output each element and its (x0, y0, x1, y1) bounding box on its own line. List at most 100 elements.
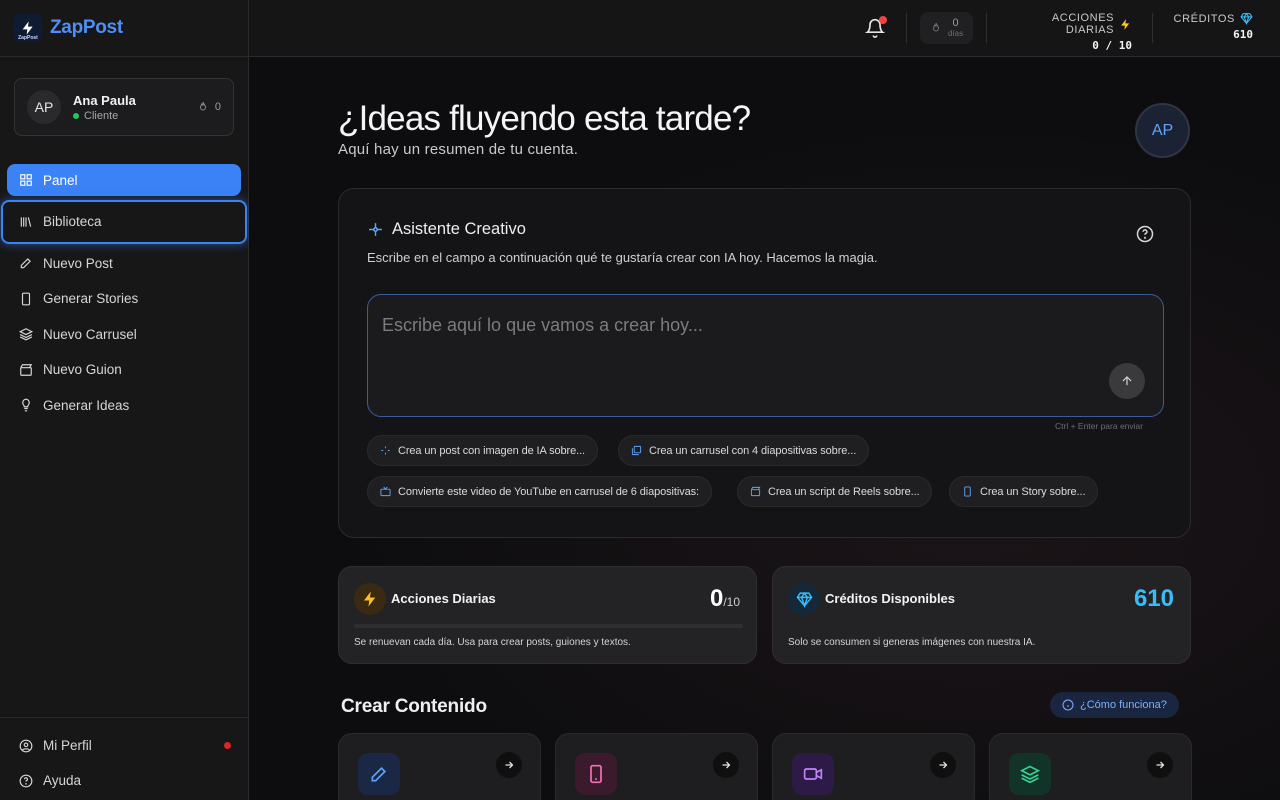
open-arrow-button[interactable] (930, 752, 956, 778)
page-title: ¿Ideas fluyendo esta tarde? (338, 99, 751, 138)
how-it-works-button[interactable]: ¿Cómo funciona? (1050, 692, 1179, 718)
sidebar-nav: Panel Biblioteca Nuevo Post Generar Stor… (0, 164, 249, 425)
create-story-card[interactable] (555, 733, 758, 800)
bolt-icon (364, 591, 376, 607)
diamond-badge (788, 583, 820, 615)
send-button[interactable] (1109, 363, 1145, 399)
card-icon (792, 753, 834, 795)
sidebar: ZapPost ZapPost AP Ana Paula Cliente 0 P… (0, 0, 249, 800)
diamond-icon (796, 591, 812, 608)
tv-icon (380, 486, 391, 497)
assistant-description: Escribe en el campo a continuación qué t… (367, 250, 878, 265)
clapper-icon (750, 486, 761, 497)
divider (986, 13, 987, 43)
avatar[interactable]: AP (1135, 103, 1190, 158)
daily-actions-desc: Se renuevan cada día. Usa para crear pos… (354, 637, 631, 648)
user-card[interactable]: AP Ana Paula Cliente 0 (14, 78, 234, 136)
help-icon (19, 774, 33, 787)
phone-icon (21, 292, 31, 305)
arrow-right-icon (505, 761, 514, 769)
page-subtitle: Aquí hay un resumen de tu cuenta. (338, 141, 579, 158)
sidebar-item-label: Biblioteca (43, 214, 102, 229)
images-icon (631, 445, 642, 456)
card-icon (575, 753, 617, 795)
streak-counter[interactable]: 0 días (920, 12, 973, 44)
suggestion-chip[interactable]: Crea un post con imagen de IA sobre... (367, 435, 598, 466)
arrow-right-icon (939, 761, 948, 769)
section-title: Crear Contenido (341, 696, 487, 717)
create-carousel-card[interactable] (989, 733, 1192, 800)
online-indicator (73, 112, 79, 119)
sidebar-item-label: Panel (43, 172, 78, 188)
main-content: ¿Ideas fluyendo esta tarde? Aquí hay un … (249, 57, 1280, 800)
info-icon (1062, 699, 1074, 711)
credits-value: 610 (1233, 28, 1253, 41)
divider (906, 13, 907, 43)
daily-actions-stat: ACCIONES DIARIAS 0 / 10 (1001, 12, 1132, 52)
open-arrow-button[interactable] (496, 752, 522, 778)
card-icon (1009, 753, 1051, 795)
credits-label: CRÉDITOS (1173, 12, 1235, 25)
sidebar-item-ayuda[interactable]: Ayuda (0, 763, 249, 798)
sidebar-item-label: Nuevo Post (43, 255, 113, 271)
library-icon (20, 216, 32, 227)
sidebar-item-label: Ayuda (43, 773, 82, 788)
user-streak: 0 (197, 101, 221, 113)
credits-stat: CRÉDITOS 610 (1169, 12, 1253, 42)
daily-actions-label: ACCIONES DIARIAS (1051, 12, 1115, 36)
sidebar-item-label: Generar Ideas (43, 397, 130, 413)
notification-dot (224, 742, 231, 749)
assistant-title: Asistente Creativo (367, 220, 526, 239)
credits-card: Créditos Disponibles 610 Solo se consume… (772, 566, 1191, 664)
prompt-input[interactable] (382, 315, 1082, 336)
divider (1152, 13, 1153, 43)
app-root: ZapPost ZapPost AP Ana Paula Cliente 0 P… (0, 0, 1280, 800)
pencil-icon (371, 766, 387, 782)
sidebar-item-label: Nuevo Carrusel (43, 326, 137, 342)
daily-actions-value: 0 / 10 (1092, 39, 1132, 52)
lightbulb-icon (22, 398, 30, 412)
flame-icon (199, 101, 206, 111)
brand[interactable]: ZapPost ZapPost (0, 0, 248, 57)
brand-name: ZapPost (50, 17, 123, 38)
prompt-box (367, 294, 1164, 417)
suggestion-chip[interactable]: Crea un script de Reels sobre... (737, 476, 933, 507)
help-icon[interactable] (1136, 225, 1154, 243)
brand-logo-caption: ZapPost (18, 35, 38, 41)
diamond-icon (1240, 12, 1253, 25)
create-video-card[interactable] (772, 733, 975, 800)
card-icon (358, 753, 400, 795)
notification-badge (879, 16, 887, 24)
clapper-icon (20, 363, 33, 376)
sidebar-item-generar-stories[interactable]: Generar Stories (7, 283, 241, 315)
grid-icon (20, 174, 32, 186)
sidebar-item-biblioteca[interactable]: Biblioteca (1, 199, 247, 244)
sidebar-item-label: Generar Stories (43, 291, 139, 306)
creative-assistant-panel: Asistente Creativo Escribe en el campo a… (338, 188, 1191, 538)
zap-logo-icon (22, 21, 33, 35)
sidebar-item-panel[interactable]: Panel (7, 164, 241, 196)
sidebar-item-nuevo-guion[interactable]: Nuevo Guion (7, 354, 241, 386)
open-arrow-button[interactable] (713, 752, 739, 778)
sidebar-item-nuevo-carrusel[interactable]: Nuevo Carrusel (7, 318, 241, 350)
user-role: Cliente (73, 110, 197, 122)
video-icon (803, 768, 823, 780)
user-icon (19, 739, 33, 752)
credits-count: 610 (1133, 585, 1174, 612)
sidebar-item-nuevo-post[interactable]: Nuevo Post (7, 247, 241, 279)
suggestion-chip[interactable]: Crea un Story sobre... (949, 476, 1099, 507)
daily-actions-title: Acciones Diarias (391, 591, 496, 606)
suggestion-chip[interactable]: Crea un carrusel con 4 diapositivas sobr… (618, 435, 870, 466)
layers-icon (19, 328, 33, 341)
brand-logo: ZapPost (14, 14, 42, 42)
create-post-card[interactable] (338, 733, 541, 800)
suggestion-chip[interactable]: Convierte este video de YouTube en carru… (367, 476, 712, 507)
sidebar-item-label: Nuevo Guion (43, 362, 122, 377)
phone-icon (964, 486, 971, 497)
sidebar-item-generar-ideas[interactable]: Generar Ideas (7, 389, 241, 421)
open-arrow-button[interactable] (1147, 752, 1173, 778)
bolt-badge (354, 583, 386, 615)
sidebar-item-mi-perfil[interactable]: Mi Perfil (0, 728, 249, 763)
daily-actions-card: Acciones Diarias 0/10 Se renuevan cada d… (338, 566, 757, 664)
sparkle-icon (381, 446, 390, 455)
